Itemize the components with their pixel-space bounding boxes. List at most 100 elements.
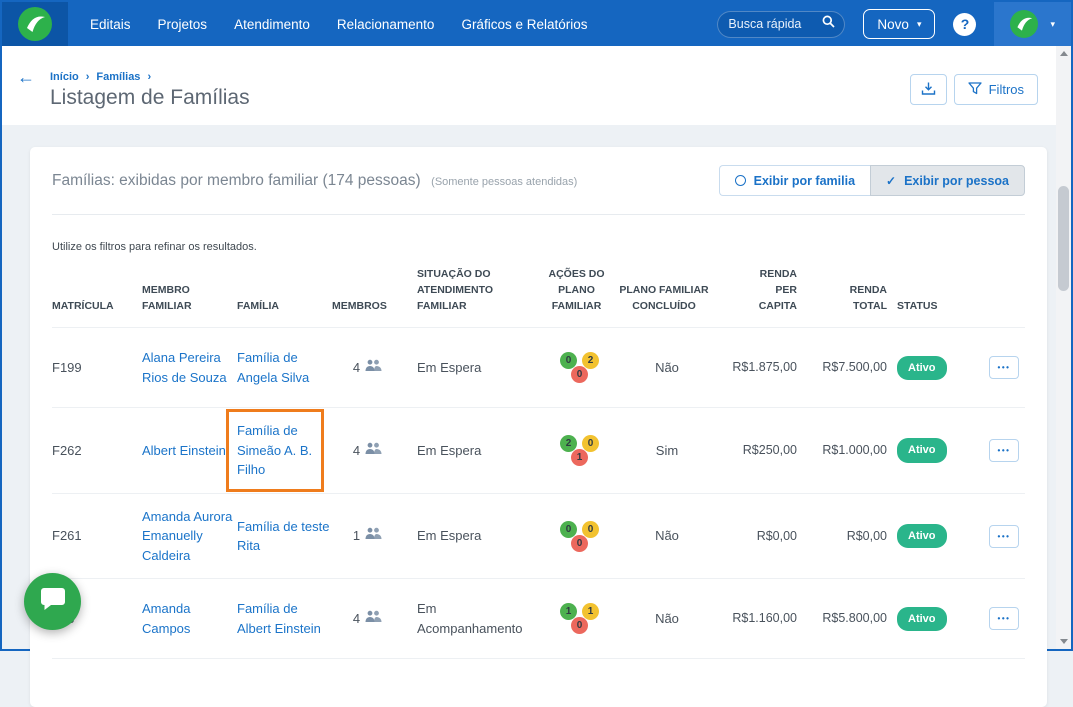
plan-concluded-cell: Não (655, 528, 679, 544)
people-icon (365, 526, 382, 546)
app-logo[interactable] (2, 2, 68, 46)
renda-total-cell: R$0,00 (846, 528, 887, 543)
chevron-down-icon[interactable]: ▾ (1050, 19, 1055, 30)
plan-actions-cell: 11 0 (542, 603, 617, 635)
family-cell: Família de Angela Silva (237, 348, 332, 387)
row-more-button[interactable]: ••• (989, 524, 1019, 548)
member-name-link[interactable]: Amanda Campos (142, 601, 190, 636)
search-input[interactable] (728, 17, 817, 31)
member-cell: Amanda Aurora Emanuelly Caldeira (142, 507, 237, 566)
toggle-by-person-label: Exibir por pessoa (904, 173, 1009, 188)
people-icon (365, 609, 382, 629)
badge-red: 0 (571, 534, 588, 552)
matricula-cell: F199 (52, 360, 82, 375)
breadcrumb-familias[interactable]: Famílias (96, 71, 140, 83)
renda-per-capita-cell: R$1.160,00 (732, 611, 797, 626)
badge-red: 0 (571, 366, 588, 384)
family-name-link[interactable]: Família de Simeão A. B. Filho (237, 423, 312, 477)
renda-per-capita-cell: R$1.875,00 (732, 360, 797, 375)
scrollbar-thumb[interactable] (1058, 186, 1069, 291)
table-header: MATRÍCULA MEMBRO FAMILIAR FAMÍLIA MEMBRO… (52, 267, 1025, 329)
members-count: 4 (352, 442, 361, 458)
toggle-by-person[interactable]: ✓ Exibir por pessoa (870, 165, 1025, 196)
plan-actions-cell: 00 0 (542, 520, 617, 552)
family-name-link[interactable]: Família de Albert Einstein (237, 601, 321, 636)
quick-search[interactable] (717, 10, 846, 38)
chat-icon (40, 587, 66, 616)
scroll-up-button[interactable] (1056, 46, 1071, 61)
plan-concluded-cell: Não (655, 611, 679, 626)
members-cell: 4 (332, 609, 417, 629)
col-acoes: AÇÕES DO PLANO FAMILIAR (548, 268, 605, 312)
row-actions-cell: ••• (967, 524, 1025, 548)
plan-actions-cell: 20 1 (542, 435, 617, 466)
status-cell: Ativo (897, 523, 967, 549)
status-cell: Ativo (897, 438, 967, 463)
row-actions-cell: ••• (967, 607, 1025, 631)
col-status: STATUS (897, 299, 938, 312)
badge-red: 0 (571, 617, 588, 635)
panel-title-block: Famílias: exibidas por membro familiar (… (52, 172, 577, 190)
member-name-link[interactable]: Albert Einstein (142, 443, 226, 458)
new-button[interactable]: Novo ▾ (863, 9, 936, 39)
search-icon[interactable] (822, 15, 836, 33)
row-actions-cell: ••• (967, 356, 1025, 380)
menu-item-graficos-relatorios[interactable]: Gráficos e Relatórios (461, 17, 587, 32)
people-icon (365, 358, 382, 378)
help-button[interactable]: ? (953, 12, 977, 36)
filter-hint: Utilize os filtros para refinar os resul… (52, 241, 257, 253)
renda-total-cell: R$5.800,00 (822, 611, 887, 626)
toggle-by-family[interactable]: Exibir por familia (718, 165, 871, 196)
triangle-down-icon (1059, 639, 1068, 644)
page-title: Listagem de Famílias (50, 86, 250, 109)
members-count: 1 (352, 528, 361, 544)
member-name-link[interactable]: Alana Pereira Rios de Souza (142, 350, 227, 385)
members-cell: 1 (332, 526, 417, 546)
top-navbar: Editais Projetos Atendimento Relacioname… (2, 2, 1071, 46)
members-cell: 4 (332, 358, 417, 378)
menu-item-atendimento[interactable]: Atendimento (234, 17, 310, 32)
member-name-link[interactable]: Amanda Aurora Emanuelly Caldeira (142, 509, 232, 563)
renda-per-capita-cell: R$0,00 (756, 528, 797, 543)
status-cell: Ativo (897, 606, 967, 631)
chevron-down-icon: ▾ (916, 18, 922, 29)
chevron-right-icon: › (85, 71, 90, 83)
back-arrow-icon[interactable]: ← (17, 67, 35, 88)
status-badge: Ativo (897, 355, 947, 380)
vertical-scrollbar[interactable] (1056, 46, 1071, 649)
menu-item-relacionamento[interactable]: Relacionamento (337, 17, 435, 32)
family-cell: Família de teste Rita (237, 517, 332, 556)
status-badge: Ativo (897, 606, 947, 631)
family-name-link[interactable]: Família de Angela Silva (237, 350, 309, 385)
badge-green: 0 (560, 520, 577, 538)
row-more-button[interactable]: ••• (989, 439, 1019, 462)
plan-actions-cell: 02 0 (542, 352, 617, 384)
situation-cell: Em Espera (417, 528, 482, 544)
members-count: 4 (352, 360, 361, 375)
chevron-right-icon: › (147, 71, 152, 83)
members-count: 4 (352, 611, 361, 626)
filters-button[interactable]: Filtros (953, 74, 1038, 105)
breadcrumb-inicio[interactable]: Início (50, 71, 79, 83)
col-membro: MEMBRO FAMILIAR (142, 283, 192, 312)
scroll-down-button[interactable] (1056, 634, 1071, 649)
header-actions: Filtros (909, 74, 1038, 105)
row-more-button[interactable]: ••• (989, 607, 1019, 631)
family-cell: Família de Albert Einstein (237, 599, 332, 638)
check-icon: ✓ (886, 173, 897, 188)
navbar-right: Novo ▾ ? ▾ (717, 2, 1071, 46)
user-menu[interactable]: ▾ (994, 2, 1071, 46)
chat-launcher[interactable] (24, 573, 81, 630)
radio-icon (734, 175, 746, 186)
triangle-up-icon (1059, 51, 1068, 56)
menu-item-editais[interactable]: Editais (90, 17, 131, 32)
row-more-button[interactable]: ••• (989, 356, 1019, 380)
panel-header: Famílias: exibidas por membro familiar (… (52, 147, 1025, 215)
row-actions-cell: ••• (967, 439, 1025, 462)
filter-icon (967, 81, 982, 98)
export-button[interactable] (909, 74, 947, 105)
member-cell: Amanda Campos (142, 599, 237, 638)
menu-item-projetos[interactable]: Projetos (158, 17, 208, 32)
family-name-link[interactable]: Família de teste Rita (237, 519, 330, 554)
new-button-label: Novo (877, 16, 909, 32)
